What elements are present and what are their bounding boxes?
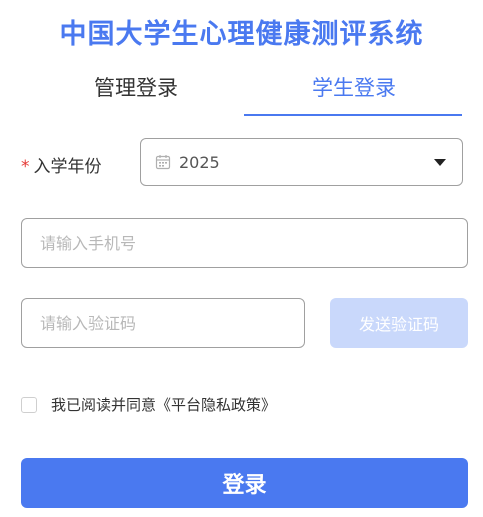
enrollment-year-label-text: 入学年份 [33,157,102,177]
calendar-icon [155,154,171,170]
active-tab-indicator [244,114,462,116]
privacy-agreement-text: 我已阅读并同意《平台隐私政策》 [51,396,277,414]
privacy-agreement-row: 我已阅读并同意《平台隐私政策》 [21,394,276,415]
tab-admin-login[interactable]: 管理登录 [76,72,196,102]
caret-down-icon [434,158,446,166]
tab-student-login[interactable]: 学生登录 [294,72,414,102]
verification-code-input[interactable] [21,298,305,348]
send-code-button[interactable]: 发送验证码 [330,298,468,348]
phone-input[interactable] [21,218,468,268]
enrollment-year-select[interactable]: 2025 [140,138,463,186]
privacy-agreement-checkbox[interactable] [21,396,37,413]
login-button[interactable]: 登录 [21,458,468,508]
app-title: 中国大学生心理健康测评系统 [59,19,424,50]
required-marker: * [21,157,30,177]
enrollment-year-label: * 入学年份 [21,152,102,177]
enrollment-year-value: 2025 [179,152,220,172]
